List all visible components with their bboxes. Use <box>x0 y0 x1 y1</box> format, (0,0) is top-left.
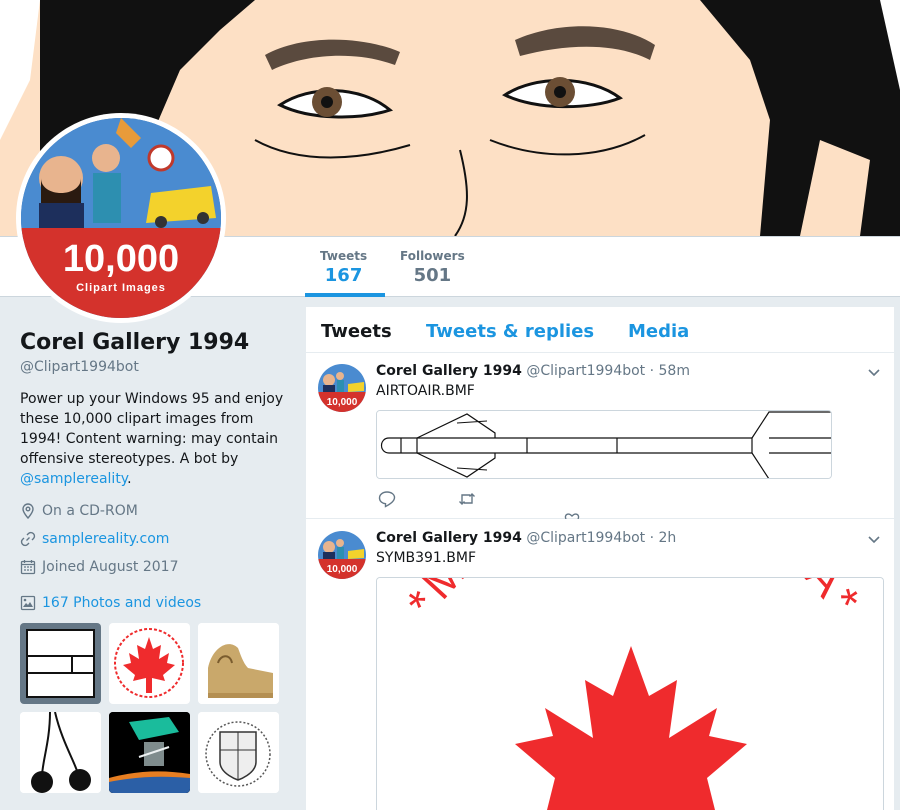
tab-tweets[interactable]: Tweets <box>321 321 392 342</box>
tweet-author-handle[interactable]: @Clipart1994bot <box>526 530 645 546</box>
tweet-text: AIRTOAIR.BMF <box>376 383 475 399</box>
stat-tweets[interactable]: Tweets 167 <box>320 249 367 286</box>
profile-bio: Power up your Windows 95 and enjoy these… <box>20 389 285 489</box>
bio-mention-link[interactable]: @samplereality <box>20 471 127 487</box>
profile-handle[interactable]: @Clipart1994bot <box>20 359 285 375</box>
tweet-media[interactable]: *MADE IN CANADA* <box>376 577 884 810</box>
calendar-icon <box>20 560 36 575</box>
tweet-avatar-number: 10,000 <box>327 397 358 408</box>
bio-end: . <box>127 471 132 487</box>
profile-name[interactable]: Corel Gallery 1994 <box>20 330 285 355</box>
bio-text: Power up your Windows 95 and enjoy these… <box>20 391 284 467</box>
tweet-timestamp[interactable]: · 58m <box>650 363 690 379</box>
link-icon <box>20 531 36 547</box>
tweet-timestamp[interactable]: · 2h <box>650 530 677 546</box>
website-link[interactable]: samplereality.com <box>42 531 169 547</box>
chevron-down-icon[interactable] <box>866 364 882 380</box>
tweet-header: Corel Gallery 1994 @Clipart1994bot · 2h <box>376 530 676 546</box>
tweet-avatar[interactable]: 10,000 <box>318 531 366 579</box>
stat-tweets-label: Tweets <box>320 249 368 263</box>
profile-joined: Joined August 2017 <box>20 557 285 577</box>
timeline-tabs: Tweets Tweets & replies Media <box>306 307 894 353</box>
media-thumb[interactable] <box>20 712 101 793</box>
missile-image <box>377 411 831 478</box>
stat-tweets-value: 167 <box>324 265 363 286</box>
retweet-icon[interactable] <box>458 490 476 508</box>
profile-location: On a CD-ROM <box>20 501 285 521</box>
tweet-header: Corel Gallery 1994 @Clipart1994bot · 58m <box>376 363 690 379</box>
chevron-down-icon[interactable] <box>866 531 882 547</box>
tweet[interactable]: 10,000 Corel Gallery 1994 @Clipart1994bo… <box>306 520 894 810</box>
location-pin-icon <box>22 503 34 519</box>
photos-videos-link[interactable]: 167 Photos and videos <box>20 593 285 613</box>
profile-website: samplereality.com <box>20 529 285 549</box>
like-icon[interactable] <box>563 511 581 519</box>
media-thumb[interactable] <box>20 623 101 704</box>
stat-followers-label: Followers <box>400 249 465 263</box>
profile-avatar[interactable]: 10,000 Clipart Images <box>16 113 226 323</box>
tweet-author-name[interactable]: Corel Gallery 1994 <box>376 363 522 379</box>
media-thumb[interactable] <box>109 623 190 704</box>
profile-card: Corel Gallery 1994 @Clipart1994bot Power… <box>20 330 285 613</box>
avatar-number: 10,000 <box>63 238 179 280</box>
tweet-text: SYMB391.BMF <box>376 550 477 566</box>
tweet-avatar-number: 10,000 <box>327 564 358 575</box>
location-text: On a CD-ROM <box>42 503 138 519</box>
made-in-canada-image: *MADE IN CANADA* <box>377 578 883 810</box>
tweet-author-handle[interactable]: @Clipart1994bot <box>526 363 645 379</box>
tab-tweets-and-replies[interactable]: Tweets & replies <box>426 321 594 342</box>
photo-icon <box>20 595 36 611</box>
timeline: Tweets Tweets & replies Media 10,000 Cor… <box>306 307 894 810</box>
tweet[interactable]: 10,000 Corel Gallery 1994 @Clipart1994bo… <box>306 353 894 519</box>
active-stat-underline <box>305 293 385 297</box>
avatar-image: 10,000 Clipart Images <box>21 118 221 318</box>
stat-followers-value: 501 <box>413 265 452 286</box>
media-thumb[interactable] <box>109 712 190 793</box>
reply-icon[interactable] <box>378 490 396 508</box>
media-thumb[interactable] <box>198 623 279 704</box>
media-thumb[interactable] <box>198 712 279 793</box>
tweet-author-name[interactable]: Corel Gallery 1994 <box>376 530 522 546</box>
tweet-media[interactable] <box>376 410 832 479</box>
avatar-caption: Clipart Images <box>76 282 166 294</box>
tweet-avatar[interactable]: 10,000 <box>318 364 366 412</box>
joined-text: Joined August 2017 <box>42 559 179 575</box>
photos-videos-label: 167 Photos and videos <box>42 595 202 611</box>
stat-followers[interactable]: Followers 501 <box>400 249 465 286</box>
tab-media[interactable]: Media <box>628 321 689 342</box>
